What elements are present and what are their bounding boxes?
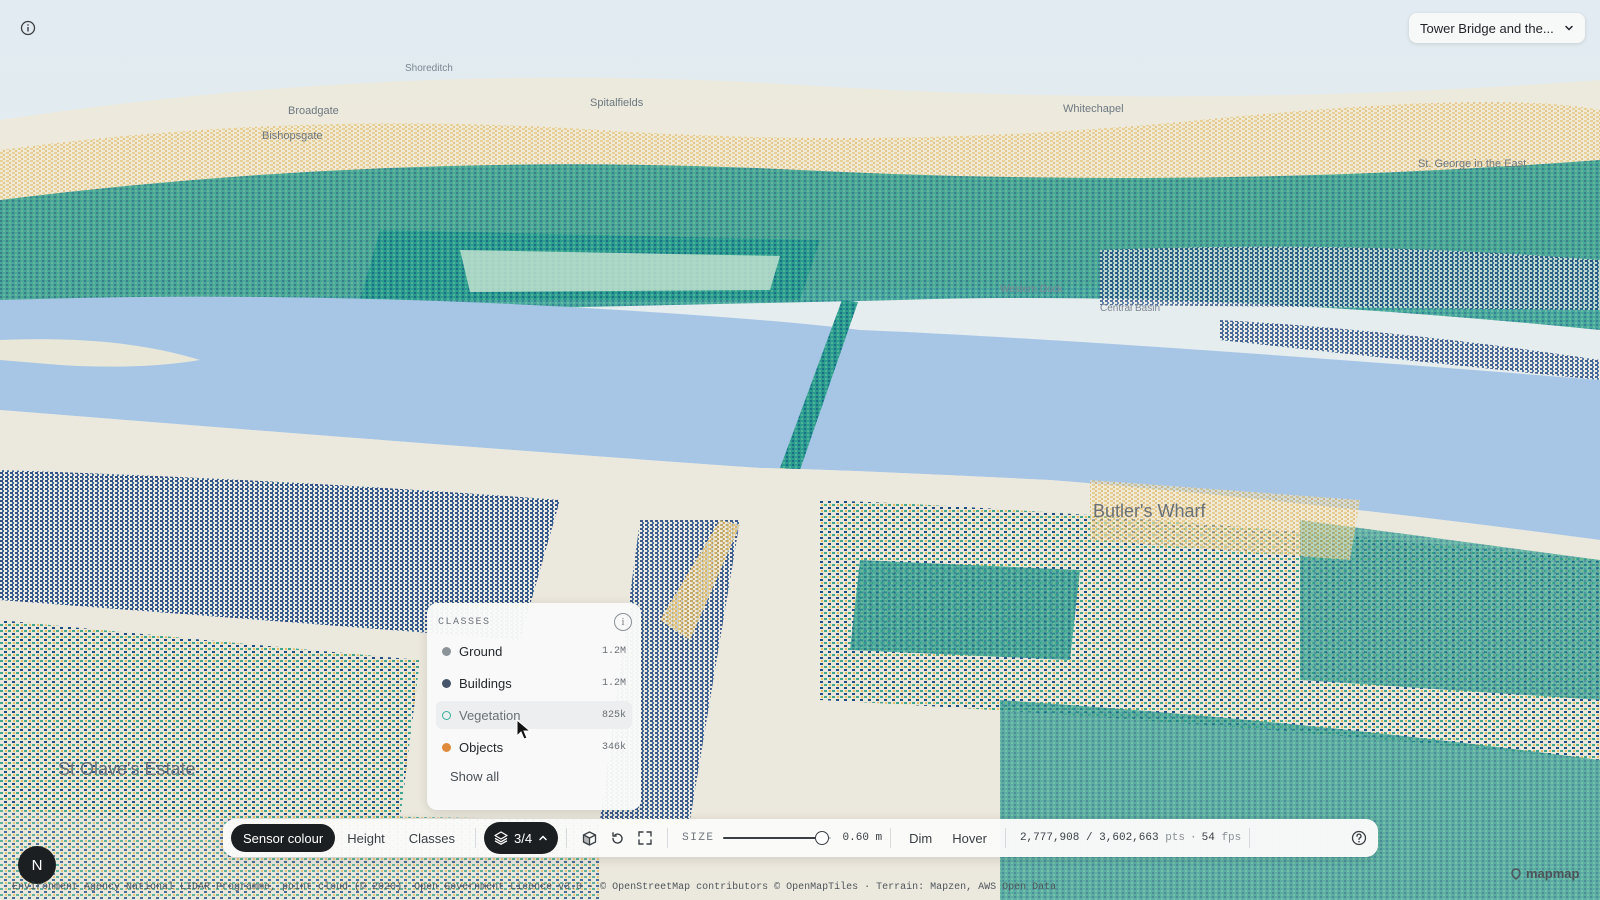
help-button[interactable]: [1348, 827, 1370, 849]
show-all-button[interactable]: Show all: [450, 769, 632, 784]
fullscreen-button[interactable]: [631, 824, 659, 852]
class-count: 1.2M: [601, 645, 626, 657]
fps-value: 54: [1201, 832, 1215, 844]
fullscreen-icon: [638, 831, 652, 845]
point-size-slider[interactable]: [722, 831, 831, 845]
classes-header: CLASSES i: [436, 613, 632, 631]
toolbar-divider: [890, 828, 892, 848]
toolbar-divider: [1249, 828, 1251, 848]
class-name: Objects: [459, 739, 504, 755]
class-color-dot: [442, 742, 451, 752]
points-counter: 2,777,908 / 3,602,663 pts · 54 fps: [1019, 832, 1242, 844]
class-name: Buildings: [459, 675, 512, 691]
info-button[interactable]: [16, 16, 40, 40]
class-color-dot: [442, 678, 451, 688]
map-label: St. George in the East: [1418, 158, 1526, 170]
color-mode-sensor-colour[interactable]: Sensor colour: [231, 824, 336, 852]
toolbar-divider: [566, 828, 568, 848]
classes-title: CLASSES: [438, 616, 491, 628]
slider-fill: [722, 837, 822, 839]
cube-icon: [582, 830, 596, 846]
class-row-vegetation[interactable]: Vegetation 825k: [436, 701, 632, 729]
location-select-value: Tower Bridge and the...: [1420, 20, 1554, 36]
view-3d-button[interactable]: [575, 824, 603, 852]
rotate-ccw-icon: [611, 831, 623, 844]
class-row-buildings[interactable]: Buildings 1.2M: [436, 669, 632, 697]
reset-view-button[interactable]: [603, 824, 631, 852]
map-label: Butler's Wharf: [1093, 501, 1206, 521]
fps-unit: fps: [1221, 832, 1242, 844]
class-color-dot: [442, 646, 451, 656]
map-label: Western Dock: [1000, 284, 1064, 295]
brand-name: mapmap: [1526, 866, 1580, 881]
layers-count: 3/4: [514, 830, 533, 846]
map-label: Bishopsgate: [262, 130, 323, 142]
map-label: Central Basin: [1100, 303, 1160, 314]
chevron-down-icon: [1563, 22, 1575, 34]
hover-toggle[interactable]: Hover: [942, 824, 997, 852]
class-color-dot: [442, 710, 451, 720]
map-label: Spitalfields: [590, 97, 644, 109]
classes-panel: CLASSES i Ground 1.2M Buildings 1.2M Veg…: [427, 603, 641, 810]
mouse-cursor-icon: [516, 719, 532, 740]
layers-icon: [494, 831, 508, 845]
class-count: 346k: [601, 741, 626, 753]
class-name: Ground: [459, 643, 503, 659]
class-count: 825k: [601, 709, 626, 721]
info-icon: [20, 20, 36, 36]
map-label: Shoreditch: [405, 63, 453, 74]
dim-toggle[interactable]: Dim: [899, 824, 942, 852]
mapmap-logo-icon: [1511, 867, 1521, 880]
classes-info-icon[interactable]: i: [614, 613, 632, 631]
point-cloud-map[interactable]: Shoreditch Broadgate Spitalfields Bishop…: [0, 0, 1600, 900]
toolbar-divider: [475, 828, 477, 848]
size-label: SIZE: [682, 832, 715, 844]
map-label: Whitechapel: [1063, 103, 1124, 115]
class-row-objects[interactable]: Objects 346k: [436, 733, 632, 761]
slider-thumb[interactable]: [814, 831, 829, 845]
toolbar-divider: [667, 828, 669, 848]
class-count: 1.2M: [601, 677, 626, 689]
toolbar-divider: [1004, 828, 1006, 848]
color-mode-classes[interactable]: Classes: [397, 824, 467, 852]
size-value: 0.60 m: [842, 832, 883, 844]
color-mode-segmented: Sensor colour Height Classes: [231, 824, 467, 852]
attribution-text: Environment Agency National LIDAR Progra…: [12, 882, 1057, 893]
class-row-ground[interactable]: Ground 1.2M: [436, 637, 632, 665]
points-unit: pts: [1165, 832, 1186, 844]
brand-logo[interactable]: mapmap: [1510, 866, 1579, 881]
help-icon: [1351, 830, 1367, 846]
bottom-toolbar: Sensor colour Height Classes 3/4 SIZE 0.…: [223, 819, 1378, 857]
chevron-up-icon: [539, 835, 547, 841]
map-label: St Olave's Estate: [58, 759, 196, 779]
points-visible: 2,777,908: [1019, 832, 1080, 844]
compass-button[interactable]: N: [18, 846, 56, 884]
location-select[interactable]: Tower Bridge and the...: [1409, 13, 1585, 43]
layers-button[interactable]: 3/4: [484, 822, 559, 854]
color-mode-height[interactable]: Height: [335, 824, 397, 852]
points-total: 3,602,663: [1099, 832, 1159, 844]
map-label: Broadgate: [288, 105, 339, 117]
